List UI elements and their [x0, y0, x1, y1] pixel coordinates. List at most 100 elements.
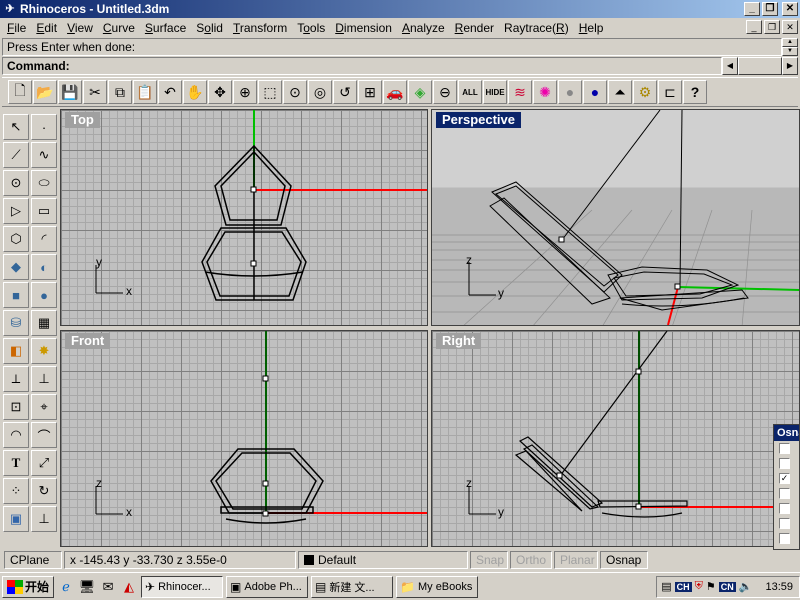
osnap-option[interactable]: ✓ — [774, 471, 799, 486]
arc-icon[interactable]: ◠ — [3, 422, 29, 448]
planar-toggle[interactable]: Planar — [554, 551, 598, 569]
surface-icon[interactable]: ◆ — [3, 254, 29, 280]
pan-hand-icon[interactable]: ✋ — [183, 80, 207, 104]
document-restore-button[interactable]: ❐ — [764, 20, 780, 34]
circle-icon[interactable]: ⊙ — [3, 170, 29, 196]
osnap-option[interactable] — [774, 516, 799, 531]
viewport-perspective[interactable]: z y Perspective — [431, 109, 800, 326]
scroll-down-arrow-icon[interactable]: ▼ — [782, 47, 798, 56]
cylinder-solid-icon[interactable]: ⛁ — [3, 310, 29, 336]
cplane-indicator[interactable]: CPlane — [4, 551, 62, 569]
undo-view-icon[interactable]: ↺ — [333, 80, 357, 104]
osnap-panel-title[interactable]: Osnap — [774, 425, 799, 441]
scroll-left-arrow-icon[interactable]: ◀ — [722, 57, 738, 75]
minimize-button[interactable]: _ — [744, 2, 760, 16]
color-wheel-icon[interactable]: ✺ — [533, 80, 557, 104]
hexagon-icon[interactable]: ⬡ — [3, 226, 29, 252]
curve-icon[interactable]: ∿ — [31, 142, 57, 168]
ime-badge[interactable]: CN — [718, 581, 736, 592]
security-icon[interactable]: ⚑ — [706, 580, 716, 593]
scale-icon[interactable]: ⤢ — [31, 450, 57, 476]
help-icon[interactable]: ? — [683, 80, 707, 104]
osnap-option[interactable] — [774, 486, 799, 501]
array-icon[interactable]: ⁘ — [3, 478, 29, 504]
document-close-button[interactable]: ✕ — [782, 20, 798, 34]
viewport-title-front[interactable]: Front — [65, 333, 111, 349]
select-arrow-icon[interactable]: ↖ — [3, 114, 29, 140]
viewport-top[interactable]: y x Top — [60, 109, 428, 326]
rotate-icon[interactable]: ↻ — [31, 478, 57, 504]
osnap-option[interactable] — [774, 456, 799, 471]
input-language-badge[interactable]: CH — [674, 581, 692, 592]
box-solid-icon[interactable]: ■ — [3, 282, 29, 308]
outlook-icon[interactable]: ✉ — [99, 578, 117, 596]
rotate-view-icon[interactable]: ✥ — [208, 80, 232, 104]
menu-item[interactable]: Solid — [191, 21, 228, 35]
copy-icon[interactable]: ⧉ — [108, 80, 132, 104]
snap-toggle[interactable]: Snap — [470, 551, 508, 569]
point-icon[interactable]: · — [31, 114, 57, 140]
zoom-window-icon[interactable]: ⬚ — [258, 80, 282, 104]
menu-item[interactable]: Edit — [31, 21, 62, 35]
osnap-option[interactable] — [774, 441, 799, 456]
task-button[interactable]: 📁 My eBooks — [396, 575, 479, 598]
viewport-title-top[interactable]: Top — [65, 112, 100, 128]
show-desktop-icon[interactable]: 🖥 — [78, 578, 96, 596]
menu-item[interactable]: Dimension — [330, 21, 397, 35]
menu-item[interactable]: Analyze — [397, 21, 450, 35]
dimension-icon[interactable]: ⊏ — [658, 80, 682, 104]
spotlight-icon[interactable]: ⏶ — [608, 80, 632, 104]
volume-icon[interactable]: 🔈 — [739, 580, 753, 593]
osnap-checkbox[interactable] — [779, 518, 790, 529]
viewport-front[interactable]: z x Front — [60, 330, 428, 547]
layer-indicator[interactable]: Default — [298, 551, 468, 569]
start-button[interactable]: 开始 — [2, 575, 55, 598]
fillet-curve-icon[interactable]: ◜ — [31, 226, 57, 252]
offset-icon[interactable]: ⌒ — [31, 422, 57, 448]
internet-explorer-icon[interactable]: ℯ — [57, 578, 75, 596]
quicklaunch-app-icon[interactable]: ◭ — [120, 578, 138, 596]
surface-from-curves-icon[interactable]: ◐ — [31, 254, 57, 280]
task-button[interactable]: ▤ 新建 文... — [311, 575, 394, 598]
sphere-solid-icon[interactable]: ● — [31, 282, 57, 308]
close-button[interactable]: ✕ — [782, 2, 798, 16]
osnap-checkbox[interactable] — [779, 533, 790, 544]
osnap-option[interactable] — [774, 501, 799, 516]
polyline-icon[interactable]: ⟋ — [3, 142, 29, 168]
viewport-title-right[interactable]: Right — [436, 333, 482, 349]
monitor-icon[interactable]: ▤ — [661, 580, 671, 593]
task-button[interactable]: ▣ Adobe Ph... — [226, 575, 309, 598]
select-icon[interactable]: ⊖ — [433, 80, 457, 104]
cut-icon[interactable]: ✂ — [83, 80, 107, 104]
layers-icon[interactable]: ≋ — [508, 80, 532, 104]
undo-icon[interactable]: ↶ — [158, 80, 182, 104]
menu-item[interactable]: Transform — [228, 21, 292, 35]
viewport-title-perspective[interactable]: Perspective — [436, 112, 521, 128]
four-viewports-icon[interactable]: ⊞ — [358, 80, 382, 104]
gray-sphere-icon[interactable]: ● — [558, 80, 582, 104]
move-icon[interactable]: ⊡ — [3, 394, 29, 420]
rhino-app-icon[interactable]: ✈ — [3, 2, 17, 16]
text-icon[interactable]: T — [3, 450, 29, 476]
menu-item[interactable]: View — [62, 21, 98, 35]
gear-icon[interactable]: ⚙ — [633, 80, 657, 104]
document-minimize-button[interactable]: _ — [746, 20, 762, 34]
new-file-icon[interactable]: 🗋 — [8, 80, 32, 104]
trim-icon[interactable]: ⟂ — [3, 366, 29, 392]
command-scrollbar[interactable]: ◀ ▶ — [722, 57, 798, 75]
render-icon[interactable]: ▣ — [3, 506, 29, 532]
zoom-extents-icon[interactable]: ⊙ — [283, 80, 307, 104]
scroll-track[interactable] — [738, 57, 782, 75]
osnap-checkbox[interactable] — [779, 458, 790, 469]
osnap-toggle[interactable]: Osnap — [600, 551, 648, 569]
command-history-scrollbar[interactable]: ▲ ▼ — [782, 38, 798, 56]
scroll-right-arrow-icon[interactable]: ▶ — [782, 57, 798, 75]
viewport-right[interactable]: z y Right — [431, 330, 800, 547]
car-icon[interactable]: 🚗 — [383, 80, 407, 104]
osnap-checkbox[interactable] — [779, 488, 790, 499]
transform-icon[interactable]: ⌖ — [31, 394, 57, 420]
command-input[interactable]: Command: — [2, 57, 722, 75]
menu-item[interactable]: Surface — [140, 21, 191, 35]
scroll-up-arrow-icon[interactable]: ▲ — [782, 38, 798, 47]
menu-item[interactable]: Render — [450, 21, 499, 35]
